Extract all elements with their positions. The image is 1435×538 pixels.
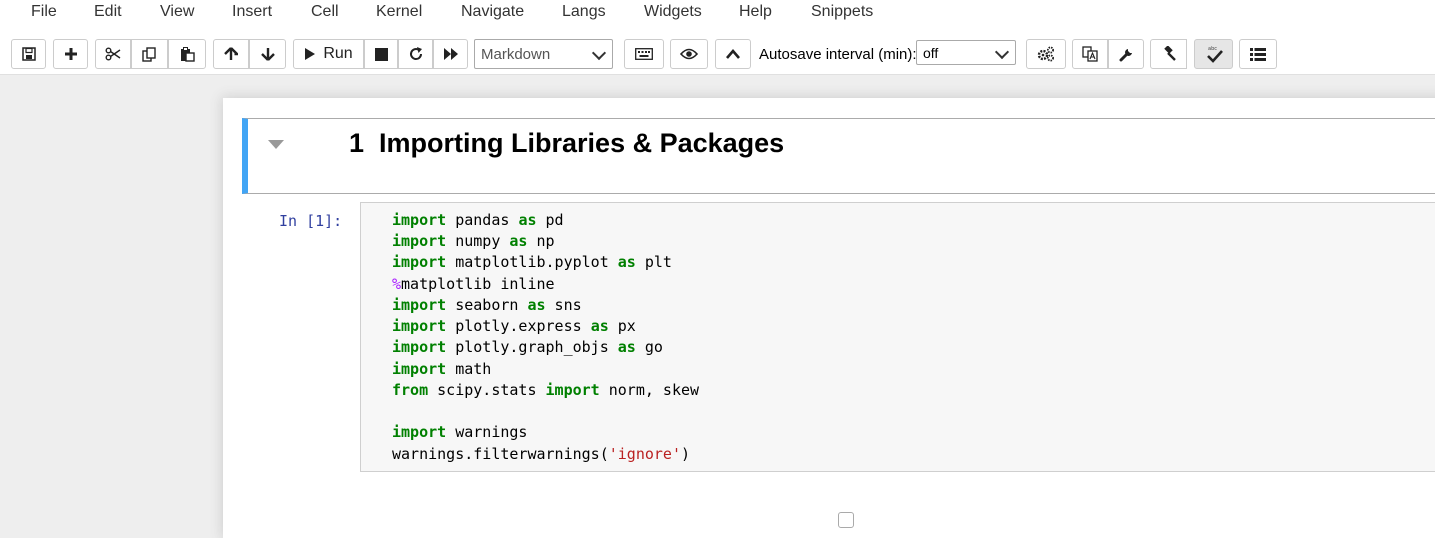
code-line: warnings.filterwarnings('ignore') [392,445,691,463]
save-button[interactable] [11,39,46,69]
code-line: import seaborn as sns [392,296,582,314]
code-line: import warnings [392,423,528,441]
autosave-select[interactable]: off [916,40,1016,65]
input-prompt: In [1]: [279,212,343,230]
toolbar: Run Markdown Autosave interval (min): of… [0,26,1435,75]
paste-button[interactable] [168,39,206,69]
arrow-up-icon [224,47,238,61]
list-icon [1250,47,1266,61]
menu-help[interactable]: Help [739,3,772,21]
menu-navigate[interactable]: Navigate [461,3,524,21]
command-palette-button[interactable] [624,39,664,69]
menu-insert[interactable]: Insert [232,3,272,21]
eye-icon [680,48,698,60]
code-line: import pandas as pd [392,211,564,229]
spellcheck-button[interactable]: abc [1194,39,1233,69]
chevron-down-icon [591,45,607,61]
copy-icon [142,46,157,62]
menu-cell[interactable]: Cell [311,3,339,21]
code-line: %matplotlib inline [392,275,555,293]
fast-forward-icon [443,47,459,61]
move-down-button[interactable] [249,39,286,69]
save-icon [21,47,36,61]
run-button[interactable]: Run [293,39,364,69]
chevron-down-icon [994,44,1010,60]
code-line: import plotly.express as px [392,317,636,335]
translate-icon [1082,46,1098,62]
section-heading: 1 Importing Libraries & Packages [349,128,784,159]
heading-text: Importing Libraries & Packages [379,128,785,158]
spellcheck-icon: abc [1204,45,1224,63]
cut-button[interactable] [95,39,131,69]
insert-cell-button[interactable] [53,39,88,69]
menu-snippets[interactable]: Snippets [811,3,873,21]
move-up-button[interactable] [213,39,249,69]
menu-widgets[interactable]: Widgets [644,3,702,21]
collapse-toolbar-button[interactable] [715,39,751,69]
code-cell-editor[interactable]: import pandas as pd import numpy as np i… [360,202,1435,472]
notebook-container: 1 Importing Libraries & Packages In [1]:… [223,98,1435,538]
autosave-value: off [923,44,939,61]
gavel-icon [1161,46,1177,62]
gears-icon [1037,46,1055,62]
settings-button[interactable] [1108,39,1144,69]
restart-icon [409,47,423,61]
plus-icon [64,47,78,61]
arrow-down-icon [260,47,275,61]
code-line: import plotly.graph_objs as go [392,338,663,356]
code-line: import matplotlib.pyplot as plt [392,253,672,271]
code-line: from scipy.stats import norm, skew [392,381,700,399]
restart-button[interactable] [398,39,433,69]
menu-view[interactable]: View [160,3,194,21]
menu-kernel[interactable]: Kernel [376,3,422,21]
play-icon [304,47,316,61]
menu-file[interactable]: File [31,3,57,21]
build-button[interactable] [1150,39,1187,69]
interrupt-button[interactable] [364,39,398,69]
toc-button[interactable] [1239,39,1277,69]
autosave-label: Autosave interval (min): [759,46,917,63]
stop-icon [374,47,388,61]
run-label: Run [323,45,353,62]
svg-text:abc: abc [1208,46,1217,52]
keyboard-icon [635,48,653,60]
wrench-icon [1119,47,1134,62]
cut-icon [105,47,121,61]
cell-type-select[interactable]: Markdown [474,39,613,69]
translate-button[interactable] [1072,39,1108,69]
menu-langs[interactable]: Langs [562,3,606,21]
menu-edit[interactable]: Edit [94,3,122,21]
preview-button[interactable] [670,39,708,69]
chevron-up-icon [726,49,740,59]
heading-number: 1 [349,128,365,158]
menubar: File Edit View Insert Cell Kernel Naviga… [0,0,1435,26]
code-line: import math [392,360,492,378]
cell-type-value: Markdown [481,45,551,63]
run-all-button[interactable] [433,39,468,69]
next-cell-widget[interactable] [838,512,854,528]
collapse-heading-icon[interactable] [268,140,284,149]
code-line: import numpy as np [392,232,555,250]
nbextensions-config-button[interactable] [1026,39,1066,69]
paste-icon [180,46,195,62]
copy-button[interactable] [131,39,168,69]
